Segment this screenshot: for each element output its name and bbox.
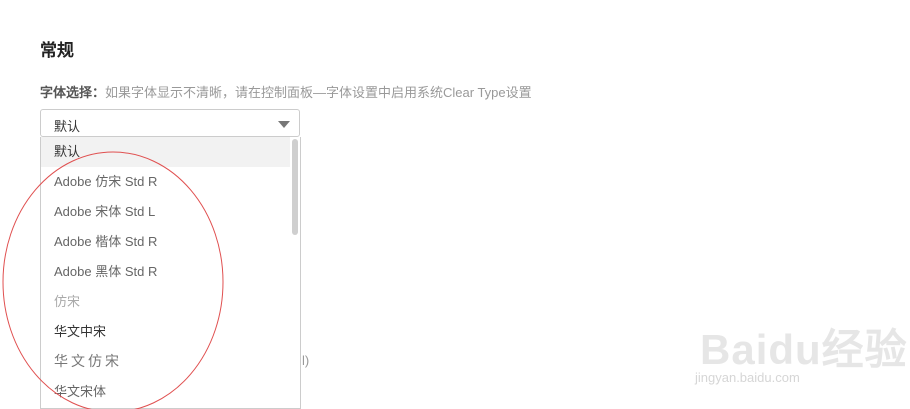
watermark: Baidu经验 jingyan.baidu.com [690, 308, 907, 408]
font-selection-hint: 如果字体显示不清晰，请在控制面板—字体设置中启用系统Clear Type设置 [105, 85, 532, 100]
font-dropdown-list[interactable]: 默认 Adobe 仿宋 Std R Adobe 宋体 Std L Adobe 楷… [40, 137, 301, 409]
watermark-logo: Baidu经验 [700, 326, 908, 373]
watermark-url: jingyan.baidu.com [695, 370, 800, 385]
font-selection-label: 字体选择： [40, 85, 106, 100]
dropdown-option[interactable]: Adobe 仿宋 Std R [41, 167, 291, 197]
font-select[interactable]: 默认 [40, 109, 300, 137]
dropdown-scrollbar[interactable] [290, 137, 300, 408]
dropdown-option[interactable]: Adobe 黑体 Std R [41, 257, 291, 287]
dropdown-option[interactable]: 华文宋体 [41, 377, 291, 407]
dropdown-option[interactable]: 华文仿宋 [41, 347, 291, 377]
settings-page: 常规 字体选择：如果字体显示不清晰，请在控制面板—字体设置中启用系统Clear … [0, 0, 910, 409]
dropdown-option[interactable]: Adobe 宋体 Std L [41, 197, 291, 227]
dropdown-option[interactable]: 默认 [41, 137, 291, 167]
chevron-down-icon[interactable] [278, 121, 290, 128]
dropdown-option[interactable]: Adobe 楷体 Std R [41, 227, 291, 257]
background-text-fragment: l) [302, 353, 310, 368]
scrollbar-thumb[interactable] [292, 139, 298, 235]
section-title: 常规 [40, 41, 74, 60]
dropdown-option[interactable]: 华文中宋 [41, 317, 291, 347]
dropdown-option[interactable]: 仿宋 [41, 287, 291, 317]
font-selection-row: 字体选择：如果字体显示不清晰，请在控制面板—字体设置中启用系统Clear Typ… [40, 82, 532, 101]
font-select-value: 默认 [54, 119, 81, 134]
